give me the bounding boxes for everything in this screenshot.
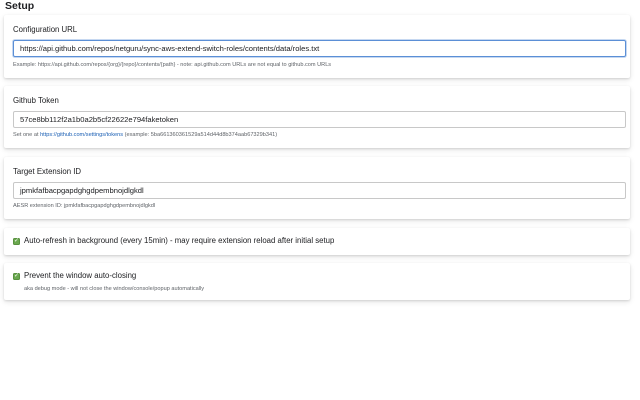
checkmark-icon: ✓ (13, 237, 20, 244)
prevent-close-row[interactable]: ✓ Prevent the window auto-closing (13, 271, 136, 281)
github-token-label: Github Token (13, 96, 59, 105)
prevent-close-card: ✓ Prevent the window auto-closing aka de… (4, 263, 630, 300)
github-token-input[interactable]: 57ce8bb112f2a1b0a2b5cf22622e794faketoken (13, 111, 626, 128)
auto-refresh-card: ✓ Auto-refresh in background (every 15mi… (4, 228, 630, 255)
auto-refresh-checkbox[interactable]: ✓ (13, 237, 20, 245)
checkmark-icon: ✓ (13, 272, 20, 279)
page-title: Setup (5, 0, 35, 12)
github-token-help-prefix: Set one at (13, 132, 41, 138)
config-url-help: Example: https://api.github.com/repos/{o… (13, 62, 332, 68)
target-extension-card: Target Extension ID jpmkfafbacpgapdghgdp… (4, 157, 630, 219)
target-extension-help: AESR extension ID: jpmkfafbacpgapdghgdpe… (13, 203, 156, 209)
auto-refresh-row[interactable]: ✓ Auto-refresh in background (every 15mi… (13, 236, 334, 246)
github-token-card: Github Token 57ce8bb112f2a1b0a2b5cf22622… (4, 86, 630, 148)
config-url-label: Configuration URL (13, 25, 78, 34)
github-tokens-link[interactable]: https://github.com/settings/tokens (40, 132, 123, 138)
prevent-close-label: Prevent the window auto-closing (24, 271, 137, 280)
github-token-help: Set one at https://github.com/settings/t… (13, 132, 277, 139)
github-token-help-suffix: (example: 5ba661360361529a514d44d8b374aa… (123, 132, 278, 138)
config-url-input[interactable]: https://api.github.com/repos/netguru/syn… (13, 40, 626, 57)
target-extension-input[interactable]: jpmkfafbacpgapdghgdpembnojdlgkdl (13, 182, 626, 199)
config-url-card: Configuration URL https://api.github.com… (4, 15, 630, 78)
target-extension-label: Target Extension ID (13, 167, 82, 176)
auto-refresh-label: Auto-refresh in background (every 15min)… (24, 236, 335, 245)
prevent-close-help: aka debug mode - will not close the wind… (24, 286, 205, 292)
prevent-close-checkbox[interactable]: ✓ (13, 272, 20, 280)
